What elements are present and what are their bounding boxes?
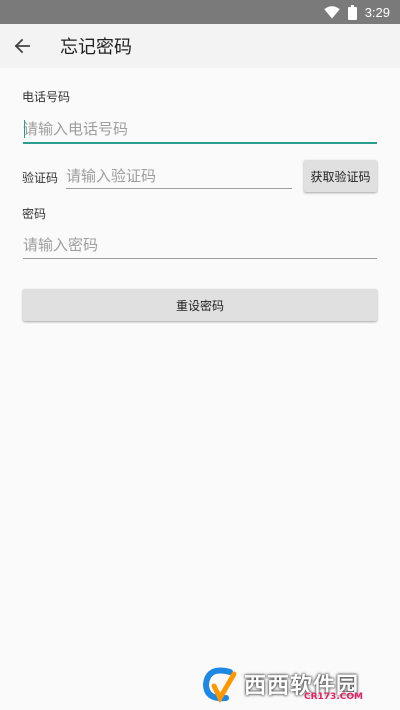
back-button[interactable] bbox=[0, 24, 44, 68]
code-label: 验证码 bbox=[22, 171, 59, 185]
app-bar: 忘记密码 bbox=[0, 24, 400, 68]
battery-icon bbox=[347, 4, 357, 20]
get-code-button[interactable]: 获取验证码 bbox=[304, 160, 377, 192]
phone-label: 电话号码 bbox=[22, 90, 71, 104]
phone-input[interactable] bbox=[23, 116, 377, 144]
page-title: 忘记密码 bbox=[60, 37, 132, 58]
watermark-logo-icon bbox=[200, 664, 240, 704]
watermark: 西西软件园 CR173.COM bbox=[200, 664, 396, 704]
code-input[interactable] bbox=[66, 164, 292, 189]
watermark-subtext: CR173.COM bbox=[304, 692, 363, 702]
status-time: 3:29 bbox=[364, 4, 390, 20]
status-bar: 3:29 bbox=[0, 0, 400, 24]
arrow-left-icon bbox=[14, 38, 30, 54]
wifi-icon bbox=[323, 5, 340, 19]
password-label: 密码 bbox=[22, 207, 47, 221]
reset-password-button[interactable]: 重设密码 bbox=[23, 289, 377, 321]
text-cursor bbox=[24, 120, 25, 138]
password-input[interactable] bbox=[23, 232, 377, 259]
